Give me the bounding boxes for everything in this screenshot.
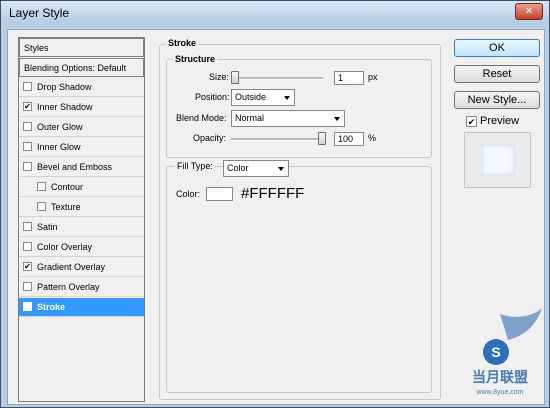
new-style-button[interactable]: New Style... [454,91,540,109]
chevron-down-icon [284,96,290,100]
preview-thumbnail [464,132,531,188]
opacity-slider-track[interactable] [231,138,323,141]
style-checkbox[interactable]: ✔ [23,262,32,271]
structure-group: Structure Size: 1 px Position: Outside B… [166,54,432,158]
style-item-color-overlay[interactable]: Color Overlay [19,238,144,257]
style-checkbox[interactable] [23,282,32,291]
style-item-label: Inner Glow [37,142,81,152]
style-checkbox[interactable] [37,182,46,191]
style-item-satin[interactable]: Satin [19,218,144,237]
position-value: Outside [235,92,267,102]
logo-mark: S [491,344,500,360]
style-item-pattern-overlay[interactable]: Pattern Overlay [19,278,144,297]
style-item-gradient-overlay[interactable]: ✔ Gradient Overlay [19,258,144,277]
style-item-bevel-and-emboss[interactable]: Bevel and Emboss [19,158,144,177]
stroke-group: Stroke Structure Size: 1 px Position: Ou… [159,38,441,400]
reset-button[interactable]: Reset [454,65,540,83]
fill-type-dropdown[interactable]: Color [223,160,289,177]
style-checkbox[interactable]: ✔ [23,102,32,111]
watermark-logo: S 当月联盟 www.8yue.com [472,308,542,396]
fill-group: Fill Type: Color Color: #FFFFFF [166,160,432,393]
chevron-down-icon [334,117,340,121]
style-item-label: Drop Shadow [37,82,92,92]
style-checkbox[interactable] [23,122,32,131]
style-checkbox[interactable] [23,222,32,231]
style-item-label: Texture [51,202,81,212]
style-checkbox[interactable] [23,142,32,151]
style-checkbox[interactable] [23,162,32,171]
style-item-label: Satin [37,222,58,232]
style-item-label: Pattern Overlay [37,282,100,292]
style-item-drop-shadow[interactable]: Drop Shadow [19,78,144,97]
size-input[interactable]: 1 [334,71,364,85]
opacity-unit: % [368,133,377,143]
fill-type-value: Color [227,163,249,173]
style-checkbox[interactable] [37,202,46,211]
style-item-outer-glow[interactable]: Outer Glow [19,118,144,137]
opacity-slider-thumb[interactable] [318,132,326,145]
style-item-label: Inner Shadow [37,102,93,112]
style-item-label: Bevel and Emboss [37,162,113,172]
style-item-texture[interactable]: Texture [19,198,144,217]
stroke-title: Stroke [166,38,199,48]
color-hex-annotation: #FFFFFF [241,185,305,202]
style-checkbox[interactable] [23,82,32,91]
watermark-url: www.8yue.com [475,389,523,396]
color-swatch[interactable] [206,187,233,201]
opacity-input[interactable]: 100 [334,132,364,146]
layer-style-dialog: Layer Style ✕ Styles Blending Options: D… [0,0,550,408]
position-dropdown[interactable]: Outside [231,89,295,106]
styles-header[interactable]: Styles [19,38,144,57]
styles-panel: Styles Blending Options: Default Drop Sh… [18,37,145,402]
style-item-inner-glow[interactable]: Inner Glow [19,138,144,157]
size-label: Size: [209,72,230,82]
watermark-text: 当月联盟 [472,369,528,386]
wing-icon [500,308,542,340]
blending-options-item[interactable]: Blending Options: Default [19,58,144,77]
position-label: Position: [195,92,230,102]
opacity-label: Opacity: [193,133,227,143]
style-item-label: Gradient Overlay [37,262,106,272]
blend-mode-dropdown[interactable]: Normal [231,110,345,127]
close-button[interactable]: ✕ [515,3,543,20]
style-checkbox[interactable]: ✔ [23,302,32,311]
title-bar[interactable]: Layer Style ✕ [1,1,549,25]
chevron-down-icon [278,167,284,171]
fill-type-label: Fill Type: [175,161,215,171]
color-label: Color: [176,189,201,199]
structure-title: Structure [173,54,218,64]
window-title: Layer Style [9,6,70,20]
style-item-label: Stroke [37,302,66,312]
preview-checkbox[interactable]: ✔ [466,116,477,127]
size-slider-track[interactable] [231,77,323,80]
style-item-inner-shadow[interactable]: ✔ Inner Shadow [19,98,144,117]
ok-button[interactable]: OK [454,39,540,57]
preview-label: Preview [480,115,520,127]
style-item-label: Outer Glow [37,122,83,132]
style-item-label: Contour [51,182,84,192]
size-unit: px [368,72,378,82]
style-item-contour[interactable]: Contour [19,178,144,197]
size-slider-thumb[interactable] [231,71,239,84]
blend-mode-value: Normal [235,113,265,123]
preview-shape [481,144,515,176]
blend-mode-label: Blend Mode: [176,113,227,123]
style-item-label: Color Overlay [37,242,93,252]
style-item-stroke[interactable]: ✔ Stroke [19,298,144,317]
style-checkbox[interactable] [23,242,32,251]
